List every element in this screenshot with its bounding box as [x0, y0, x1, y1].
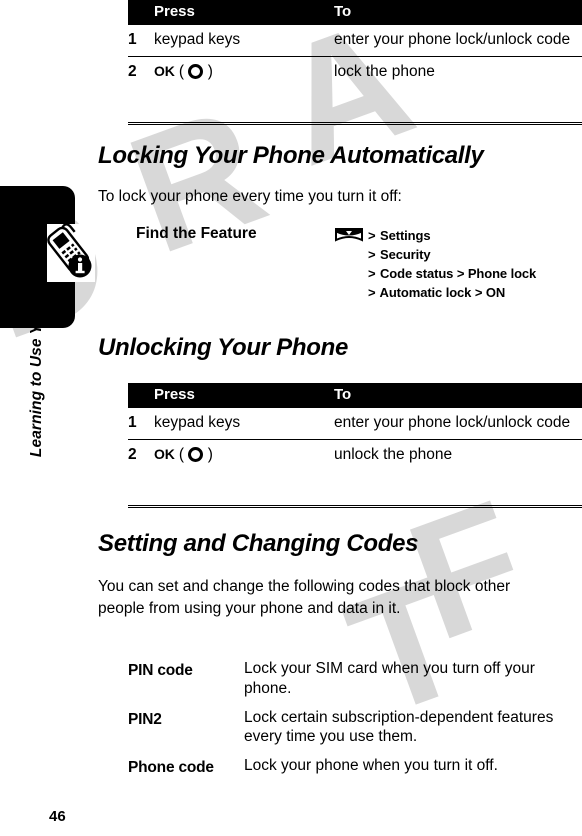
path-row: > Settings [335, 226, 536, 245]
phone-info-icon [47, 224, 95, 282]
step-number: 1 [128, 414, 137, 431]
path-gt: > [368, 285, 376, 301]
path-items: Security [380, 247, 431, 263]
path-items: Code status > Phone lock [380, 266, 537, 282]
code-term: Phone code [128, 759, 214, 777]
step-number: 1 [128, 31, 137, 48]
menu-key-icon [335, 228, 363, 242]
codes-intro: You can set and change the following cod… [98, 578, 511, 618]
list-item: PIN code Lock your SIM card when you tur… [128, 659, 582, 708]
code-term: PIN code [128, 662, 193, 679]
path-row: > Code status > Phone lock [367, 264, 536, 283]
header-to: To [334, 383, 582, 408]
paren-open: ( [178, 445, 185, 463]
path-row: > Security [367, 245, 536, 264]
header-press: Press [154, 0, 334, 25]
table-bottom-rule [128, 505, 582, 508]
page-title-codes: Setting and Changing Codes [98, 530, 419, 557]
path-items: Automatic lock > ON [379, 285, 506, 301]
step-press: keypad keys [154, 414, 241, 431]
select-ring-icon [188, 63, 204, 79]
path-gt: > [368, 266, 376, 282]
table-row: 2 OK ( ) unlock the phone [128, 438, 582, 471]
paren-close: ) [207, 62, 213, 80]
find-the-feature-label: Find the Feature [136, 225, 257, 242]
locking-auto-intro: To lock your phone every time you turn i… [98, 188, 402, 205]
header-num [128, 0, 154, 25]
page-title-unlocking: Unlocking Your Phone [98, 334, 349, 361]
page-title-locking-auto: Locking Your Phone Automatically [98, 142, 484, 169]
path-items: Settings [380, 228, 431, 243]
paren-close: ) [207, 445, 213, 463]
table-header-row: Press To [128, 0, 582, 25]
list-item: Phone code Lock your phone when you turn… [128, 756, 582, 787]
select-ring-icon [188, 446, 204, 462]
find-the-feature-path: > Settings > Security > Code status > Ph… [335, 226, 536, 302]
code-description: Lock your phone when you turn it off. [244, 757, 498, 775]
path-gt: > [368, 247, 376, 263]
table-bottom-rule [128, 122, 582, 125]
table-row: 1 keypad keys enter your phone lock/unlo… [128, 25, 582, 56]
header-num [128, 383, 154, 408]
step-to: lock the phone [334, 55, 582, 88]
table-row: 1 keypad keys enter your phone lock/unlo… [128, 408, 582, 439]
step-press: keypad keys [154, 31, 241, 48]
header-to: To [334, 0, 582, 25]
code-description: Lock certain subscription-dependent feat… [244, 708, 554, 746]
code-description: Lock your SIM card when you turn off you… [244, 660, 535, 697]
list-item: PIN2 Lock certain subscription-dependent… [128, 708, 582, 757]
step-to: enter your phone lock/unlock code [334, 31, 571, 48]
manual-page: D R A F T [0, 0, 582, 836]
step-to: enter your phone lock/unlock code [334, 414, 571, 431]
step-number: 2 [128, 55, 154, 88]
step-press: OK ( ) [154, 438, 334, 471]
step-press: OK ( ) [154, 55, 334, 88]
paren-open: ( [178, 62, 185, 80]
ok-key-label: OK [154, 62, 175, 79]
code-term: PIN2 [128, 710, 162, 728]
page-content: Press To 1 keypad keys enter your phone … [0, 0, 582, 836]
path-gt: > [368, 228, 376, 243]
table-row: 2 OK ( ) lock the phone [128, 55, 582, 88]
codes-definition-list: PIN code Lock your SIM card when you tur… [128, 659, 582, 787]
ok-key-label: OK [154, 445, 175, 462]
step-number: 2 [128, 438, 154, 471]
lock-steps-table: Press To 1 keypad keys enter your phone … [128, 0, 582, 88]
header-press: Press [154, 383, 334, 408]
path-row: > Automatic lock > ON [367, 283, 536, 302]
table-header-row: Press To [128, 383, 582, 408]
step-to: unlock the phone [334, 438, 582, 471]
page-number: 46 [49, 808, 66, 825]
unlock-steps-table: Press To 1 keypad keys enter your phone … [128, 383, 582, 471]
